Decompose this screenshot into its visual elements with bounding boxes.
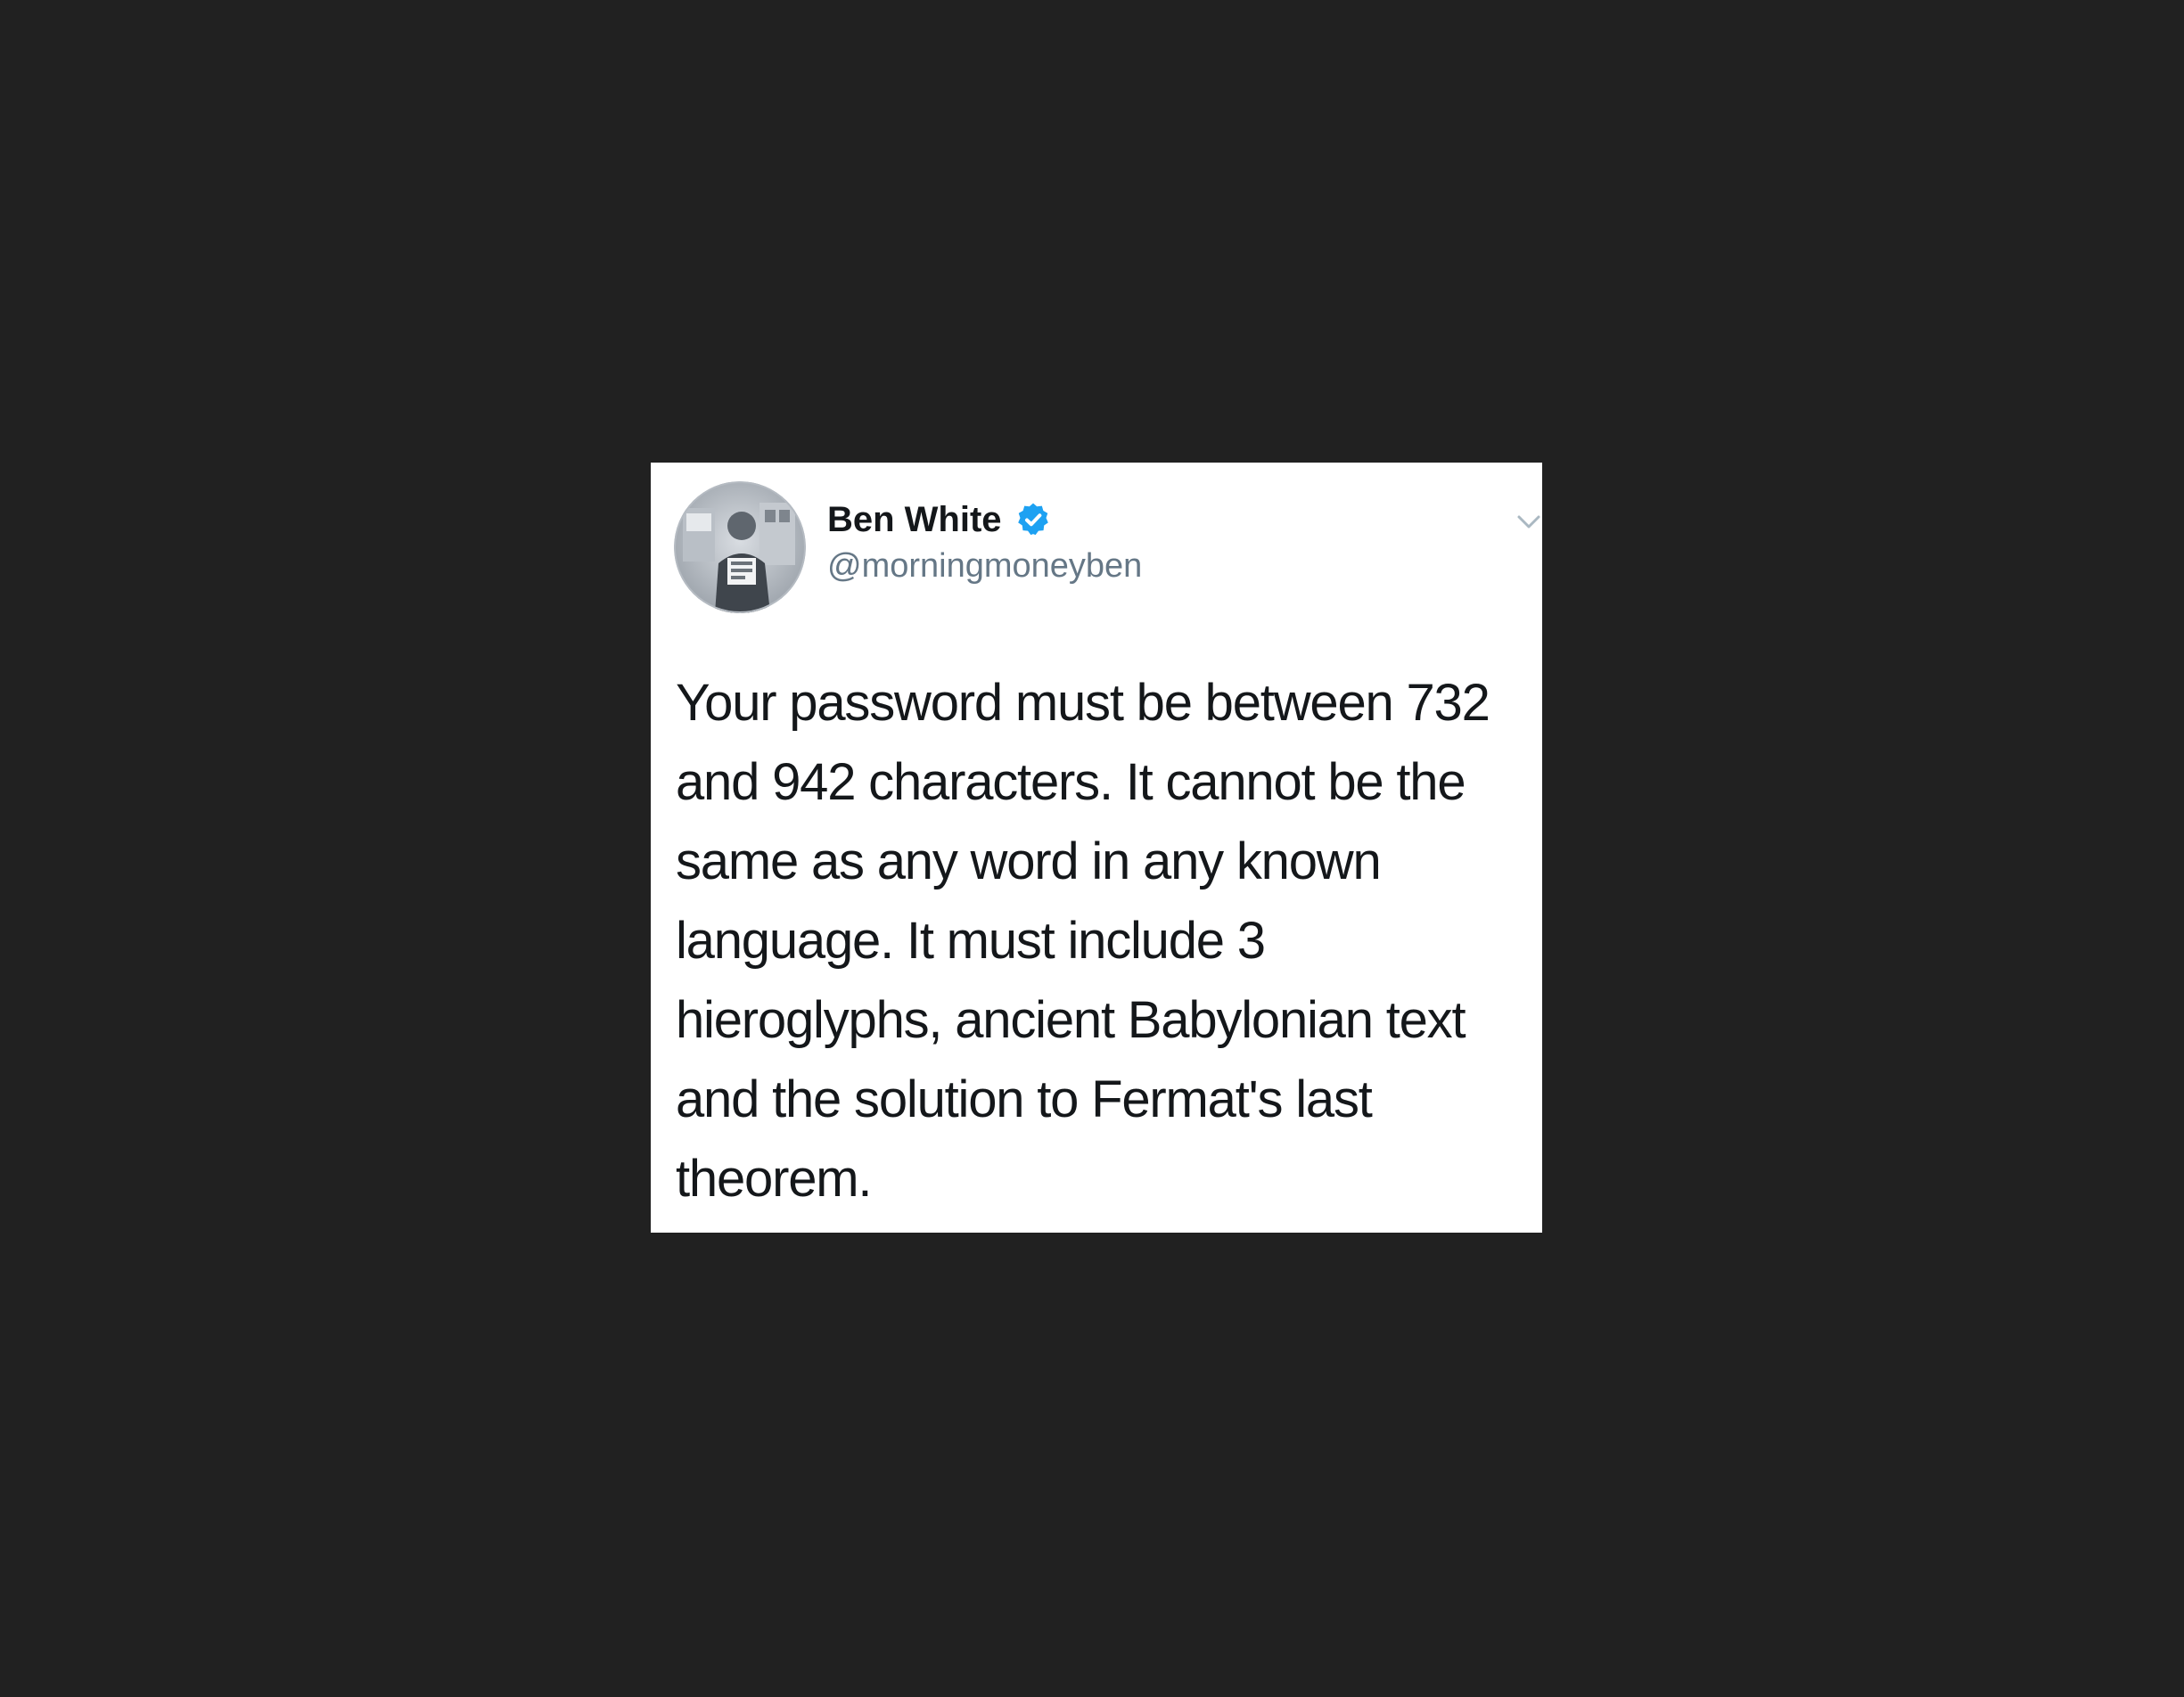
tweet-text-line: same as any word in any known — [676, 832, 1382, 890]
tweet-text-line: Your password must be between 732 — [676, 674, 1490, 732]
avatar[interactable] — [674, 481, 806, 613]
tweet-text: Your password must be between 732 and 94… — [676, 663, 1531, 1218]
chevron-down-icon[interactable] — [1515, 509, 1542, 536]
author-display-name[interactable]: Ben White — [827, 496, 1002, 543]
tweet-text-line: theorem. — [676, 1150, 872, 1208]
tweet-card: Ben White @morningmoneyben Your password… — [651, 463, 1542, 1233]
tweet-text-line: language. It must include 3 — [676, 912, 1266, 970]
author-name-row: Ben White — [827, 496, 1052, 543]
tweet-text-line: and 942 characters. It cannot be the — [676, 753, 1466, 811]
verified-badge-icon — [1014, 501, 1052, 538]
author-handle[interactable]: @morningmoneyben — [827, 543, 1142, 589]
tweet-text-line: and the solution to Fermat's last — [676, 1070, 1373, 1128]
avatar-image — [674, 481, 806, 613]
tweet-text-line: hieroglyphs, ancient Babylonian text — [676, 991, 1466, 1049]
